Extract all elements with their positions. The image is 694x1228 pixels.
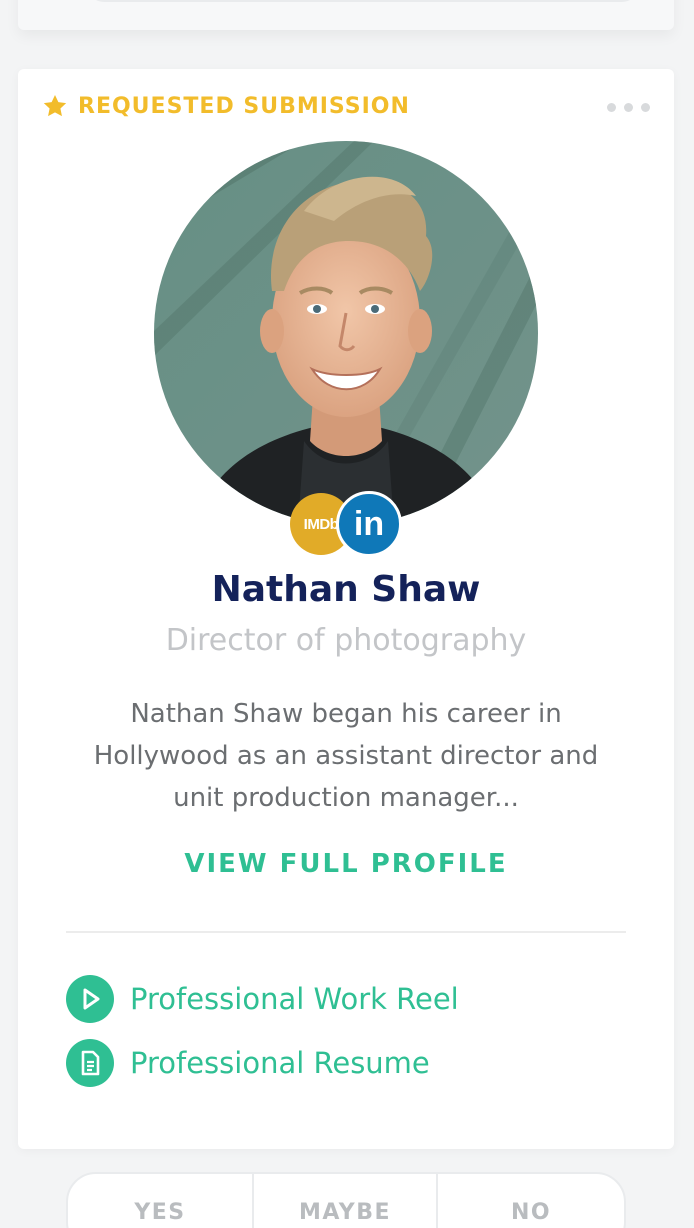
dot (624, 103, 633, 112)
view-full-profile-link[interactable]: VIEW FULL PROFILE (18, 849, 674, 879)
requested-submission-label: REQUESTED SUBMISSION (78, 93, 410, 119)
star-icon (43, 94, 67, 117)
maybe-button[interactable]: MAYBE (254, 1174, 438, 1228)
work-reel-link[interactable]: Professional Work Reel (66, 975, 459, 1023)
no-button[interactable]: NO (438, 1174, 624, 1228)
avatar[interactable] (154, 141, 538, 525)
previous-card (18, 0, 674, 30)
decision-buttons: YES MAYBE NO (66, 1172, 626, 1228)
linkedin-badge[interactable]: in (336, 491, 402, 557)
dot (607, 103, 616, 112)
resume-label: Professional Resume (130, 1046, 430, 1080)
profile-bio: Nathan Shaw began his career in Hollywoo… (93, 699, 599, 813)
work-reel-label: Professional Work Reel (130, 982, 459, 1016)
linkedin-label: in (353, 504, 385, 543)
play-icon (66, 975, 114, 1023)
imdb-label: IMDb (303, 515, 339, 533)
previous-card-actions (84, 0, 642, 2)
submission-card: REQUESTED SUBMISSION IMDb in Nathan Shaw… (18, 69, 674, 1149)
page: REQUESTED SUBMISSION IMDb in Nathan Shaw… (0, 0, 694, 1228)
more-options-icon[interactable] (607, 103, 650, 112)
divider (66, 931, 626, 933)
profile-role: Director of photography (165, 623, 527, 658)
dot (641, 103, 650, 112)
resume-link[interactable]: Professional Resume (66, 1039, 430, 1087)
avatar-photo (154, 141, 538, 525)
profile-name: Nathan Shaw (211, 569, 481, 610)
yes-button[interactable]: YES (68, 1174, 254, 1228)
document-icon (66, 1039, 114, 1087)
requested-submission-badge: REQUESTED SUBMISSION (42, 93, 410, 119)
